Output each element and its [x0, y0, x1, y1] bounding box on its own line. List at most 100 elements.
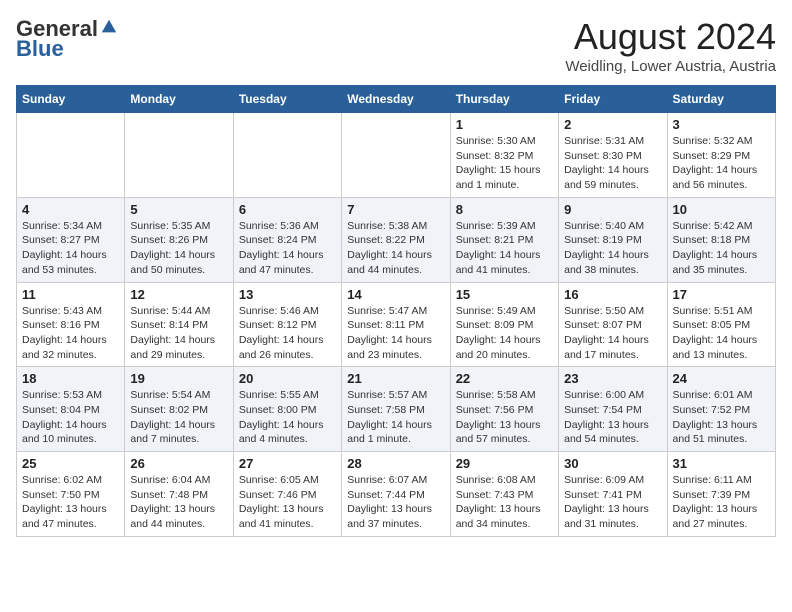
- day-info: Sunrise: 6:07 AM Sunset: 7:44 PM Dayligh…: [347, 473, 444, 532]
- day-number: 12: [130, 287, 227, 302]
- table-row: 15 Sunrise: 5:49 AM Sunset: 8:09 PM Dayli…: [450, 282, 558, 367]
- table-row: 1 Sunrise: 5:30 AM Sunset: 8:32 PM Daylig…: [450, 113, 558, 198]
- table-row: 10 Sunrise: 5:42 AM Sunset: 8:18 PM Dayli…: [667, 197, 775, 282]
- table-row: 20 Sunrise: 5:55 AM Sunset: 8:00 PM Dayli…: [233, 367, 341, 452]
- table-row: 16 Sunrise: 5:50 AM Sunset: 8:07 PM Dayli…: [559, 282, 667, 367]
- table-row: 12 Sunrise: 5:44 AM Sunset: 8:14 PM Dayli…: [125, 282, 233, 367]
- day-info: Sunrise: 5:50 AM Sunset: 8:07 PM Dayligh…: [564, 304, 661, 363]
- day-info: Sunrise: 5:53 AM Sunset: 8:04 PM Dayligh…: [22, 388, 119, 447]
- day-number: 28: [347, 456, 444, 471]
- day-number: 17: [673, 287, 770, 302]
- table-row: 2 Sunrise: 5:31 AM Sunset: 8:30 PM Daylig…: [559, 113, 667, 198]
- day-number: 15: [456, 287, 553, 302]
- col-saturday: Saturday: [667, 86, 775, 113]
- day-number: 11: [22, 287, 119, 302]
- day-info: Sunrise: 6:05 AM Sunset: 7:46 PM Dayligh…: [239, 473, 336, 532]
- day-number: 31: [673, 456, 770, 471]
- day-info: Sunrise: 6:02 AM Sunset: 7:50 PM Dayligh…: [22, 473, 119, 532]
- table-row: 18 Sunrise: 5:53 AM Sunset: 8:04 PM Dayli…: [17, 367, 125, 452]
- day-info: Sunrise: 5:38 AM Sunset: 8:22 PM Dayligh…: [347, 219, 444, 278]
- table-row: [17, 113, 125, 198]
- day-number: 21: [347, 371, 444, 386]
- day-info: Sunrise: 5:46 AM Sunset: 8:12 PM Dayligh…: [239, 304, 336, 363]
- location: Weidling, Lower Austria, Austria: [565, 58, 776, 75]
- day-info: Sunrise: 5:44 AM Sunset: 8:14 PM Dayligh…: [130, 304, 227, 363]
- day-info: Sunrise: 5:40 AM Sunset: 8:19 PM Dayligh…: [564, 219, 661, 278]
- day-info: Sunrise: 5:43 AM Sunset: 8:16 PM Dayligh…: [22, 304, 119, 363]
- page-header: General Blue August 2024 Weidling, Lower…: [16, 16, 776, 75]
- day-info: Sunrise: 6:00 AM Sunset: 7:54 PM Dayligh…: [564, 388, 661, 447]
- day-number: 5: [130, 202, 227, 217]
- day-number: 7: [347, 202, 444, 217]
- table-row: 22 Sunrise: 5:58 AM Sunset: 7:56 PM Dayli…: [450, 367, 558, 452]
- day-number: 30: [564, 456, 661, 471]
- day-info: Sunrise: 5:54 AM Sunset: 8:02 PM Dayligh…: [130, 388, 227, 447]
- table-row: 11 Sunrise: 5:43 AM Sunset: 8:16 PM Dayli…: [17, 282, 125, 367]
- table-row: 30 Sunrise: 6:09 AM Sunset: 7:41 PM Dayli…: [559, 452, 667, 537]
- day-number: 16: [564, 287, 661, 302]
- day-info: Sunrise: 5:32 AM Sunset: 8:29 PM Dayligh…: [673, 134, 770, 193]
- calendar-week-row: 4 Sunrise: 5:34 AM Sunset: 8:27 PM Daylig…: [17, 197, 776, 282]
- day-number: 13: [239, 287, 336, 302]
- day-number: 20: [239, 371, 336, 386]
- table-row: 4 Sunrise: 5:34 AM Sunset: 8:27 PM Daylig…: [17, 197, 125, 282]
- day-info: Sunrise: 6:09 AM Sunset: 7:41 PM Dayligh…: [564, 473, 661, 532]
- day-info: Sunrise: 5:34 AM Sunset: 8:27 PM Dayligh…: [22, 219, 119, 278]
- col-monday: Monday: [125, 86, 233, 113]
- day-info: Sunrise: 5:55 AM Sunset: 8:00 PM Dayligh…: [239, 388, 336, 447]
- day-info: Sunrise: 5:57 AM Sunset: 7:58 PM Dayligh…: [347, 388, 444, 447]
- calendar-header-row: Sunday Monday Tuesday Wednesday Thursday…: [17, 86, 776, 113]
- day-number: 4: [22, 202, 119, 217]
- table-row: 14 Sunrise: 5:47 AM Sunset: 8:11 PM Dayli…: [342, 282, 450, 367]
- table-row: [233, 113, 341, 198]
- table-row: [125, 113, 233, 198]
- col-thursday: Thursday: [450, 86, 558, 113]
- title-block: August 2024 Weidling, Lower Austria, Aus…: [565, 16, 776, 75]
- day-number: 14: [347, 287, 444, 302]
- day-number: 22: [456, 371, 553, 386]
- day-number: 1: [456, 117, 553, 132]
- day-info: Sunrise: 5:36 AM Sunset: 8:24 PM Dayligh…: [239, 219, 336, 278]
- day-number: 27: [239, 456, 336, 471]
- table-row: 19 Sunrise: 5:54 AM Sunset: 8:02 PM Dayli…: [125, 367, 233, 452]
- day-number: 2: [564, 117, 661, 132]
- col-tuesday: Tuesday: [233, 86, 341, 113]
- table-row: 25 Sunrise: 6:02 AM Sunset: 7:50 PM Dayli…: [17, 452, 125, 537]
- logo: General Blue: [16, 16, 118, 62]
- col-sunday: Sunday: [17, 86, 125, 113]
- month-title: August 2024: [565, 16, 776, 58]
- day-info: Sunrise: 6:08 AM Sunset: 7:43 PM Dayligh…: [456, 473, 553, 532]
- logo-icon: [100, 18, 118, 36]
- day-info: Sunrise: 5:49 AM Sunset: 8:09 PM Dayligh…: [456, 304, 553, 363]
- day-info: Sunrise: 5:42 AM Sunset: 8:18 PM Dayligh…: [673, 219, 770, 278]
- table-row: 29Sunrise: 6:08 AM Sunset: 7:43 PM Dayli…: [450, 452, 558, 537]
- table-row: 27 Sunrise: 6:05 AM Sunset: 7:46 PM Dayli…: [233, 452, 341, 537]
- calendar-week-row: 11 Sunrise: 5:43 AM Sunset: 8:16 PM Dayli…: [17, 282, 776, 367]
- table-row: 6Sunrise: 5:36 AM Sunset: 8:24 PM Daylig…: [233, 197, 341, 282]
- day-info: Sunrise: 5:30 AM Sunset: 8:32 PM Dayligh…: [456, 134, 553, 193]
- table-row: 24Sunrise: 6:01 AM Sunset: 7:52 PM Dayli…: [667, 367, 775, 452]
- day-number: 8: [456, 202, 553, 217]
- logo-blue: Blue: [16, 36, 64, 62]
- day-info: Sunrise: 5:39 AM Sunset: 8:21 PM Dayligh…: [456, 219, 553, 278]
- day-info: Sunrise: 5:31 AM Sunset: 8:30 PM Dayligh…: [564, 134, 661, 193]
- day-number: 9: [564, 202, 661, 217]
- day-info: Sunrise: 5:47 AM Sunset: 8:11 PM Dayligh…: [347, 304, 444, 363]
- day-number: 10: [673, 202, 770, 217]
- day-info: Sunrise: 6:11 AM Sunset: 7:39 PM Dayligh…: [673, 473, 770, 532]
- day-number: 3: [673, 117, 770, 132]
- day-info: Sunrise: 6:04 AM Sunset: 7:48 PM Dayligh…: [130, 473, 227, 532]
- day-number: 25: [22, 456, 119, 471]
- calendar-week-row: 1 Sunrise: 5:30 AM Sunset: 8:32 PM Daylig…: [17, 113, 776, 198]
- day-number: 19: [130, 371, 227, 386]
- table-row: 9 Sunrise: 5:40 AM Sunset: 8:19 PM Daylig…: [559, 197, 667, 282]
- table-row: [342, 113, 450, 198]
- day-number: 26: [130, 456, 227, 471]
- col-friday: Friday: [559, 86, 667, 113]
- table-row: 28 Sunrise: 6:07 AM Sunset: 7:44 PM Dayli…: [342, 452, 450, 537]
- day-number: 18: [22, 371, 119, 386]
- day-number: 24: [673, 371, 770, 386]
- col-wednesday: Wednesday: [342, 86, 450, 113]
- day-info: Sunrise: 5:58 AM Sunset: 7:56 PM Dayligh…: [456, 388, 553, 447]
- table-row: 8 Sunrise: 5:39 AM Sunset: 8:21 PM Daylig…: [450, 197, 558, 282]
